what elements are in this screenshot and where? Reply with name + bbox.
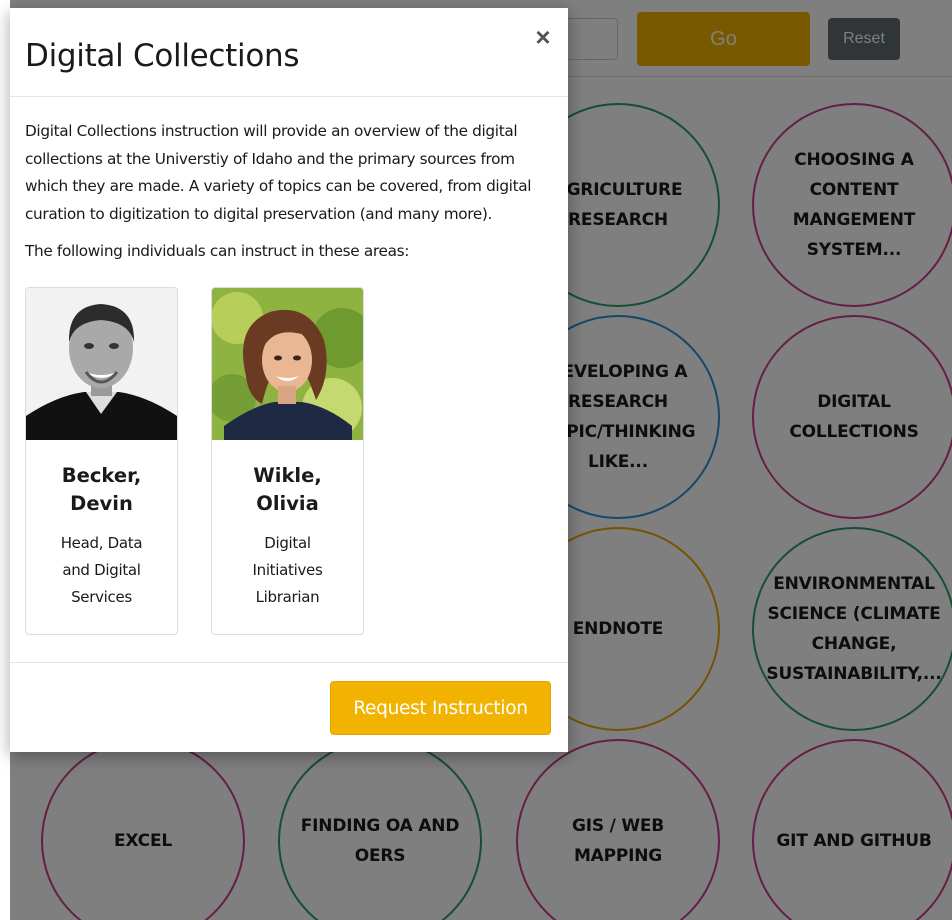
instructor-role: Head, Data and Digital Services [60,534,143,606]
instructor-card: Becker, Devin Head, Data and Digital Ser… [25,287,178,635]
modal-footer-divider [10,662,568,663]
instructors-heading: The following individuals can instruct i… [25,242,410,260]
instructor-card: Wikle, Olivia Digital Initiatives Librar… [211,287,364,635]
instructor-name: Becker, Devin [61,464,142,515]
request-instruction-button[interactable]: Request Instruction [330,681,551,735]
topic-modal: Digital Collections × Digital Collection… [10,8,568,752]
instructor-photo [212,288,363,440]
close-icon[interactable]: × [532,24,554,50]
instructor-photo [26,288,177,440]
modal-title: Digital Collections [25,38,300,74]
instructor-role: Digital Initiatives Librarian [252,534,323,606]
modal-header-divider [10,96,568,97]
instructor-name: Wikle, Olivia [253,464,322,515]
modal-description: Digital Collections instruction will pro… [25,122,532,223]
